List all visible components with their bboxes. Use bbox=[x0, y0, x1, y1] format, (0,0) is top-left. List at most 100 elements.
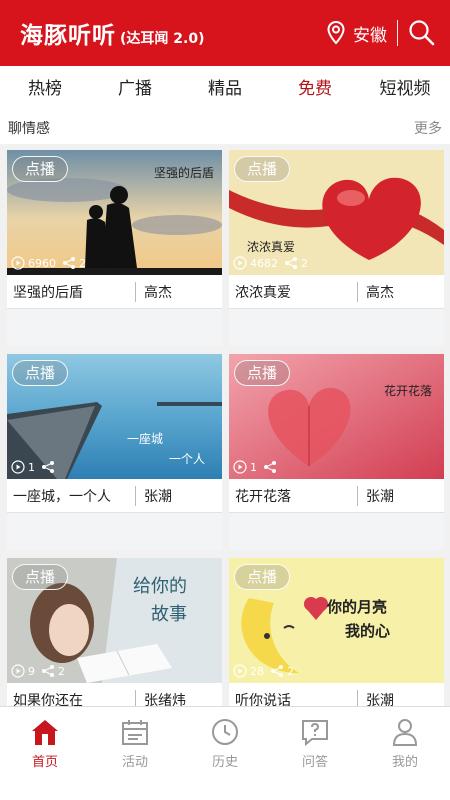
card-stats: 4682 2 bbox=[233, 256, 314, 270]
card-thumbnail[interactable]: 花开花落 点播 1 bbox=[229, 354, 444, 479]
nav-mine[interactable]: 我的 bbox=[360, 707, 450, 800]
brand: 海豚听听 (达耳闻 2.0) bbox=[20, 16, 204, 50]
vod-badge: 点播 bbox=[12, 156, 69, 182]
brand-name: 海豚听听 bbox=[20, 23, 116, 49]
share-count: 2 bbox=[79, 256, 86, 270]
nav-activity-label: 活动 bbox=[121, 755, 148, 770]
share-icon bbox=[285, 257, 297, 269]
share-count: 2 bbox=[58, 664, 65, 678]
section-title: 聊情感 bbox=[8, 121, 50, 137]
nav-qa-label: 问答 bbox=[301, 755, 328, 770]
card-author[interactable]: 高杰 bbox=[136, 282, 172, 302]
card-stats: 9 2 bbox=[11, 664, 71, 678]
nav-activity[interactable]: 活动 bbox=[90, 707, 180, 800]
card-thumbnail[interactable]: 浓浓真爱 点播 4682 2 bbox=[229, 150, 444, 275]
play-icon bbox=[11, 664, 25, 678]
nav-qa[interactable]: 问答 bbox=[270, 707, 360, 800]
card-author[interactable]: 高杰 bbox=[358, 282, 394, 302]
nav-home[interactable]: 首页 bbox=[0, 707, 90, 800]
program-card[interactable]: 你的月亮 我的心 点播 28 2 听你说话 张潮 bbox=[229, 558, 444, 717]
person-icon bbox=[392, 719, 418, 746]
play-count: 1 bbox=[28, 460, 35, 474]
brand-subtitle: (达耳闻 2.0) bbox=[120, 31, 205, 47]
nav-home-label: 首页 bbox=[31, 755, 58, 770]
play-icon bbox=[233, 460, 247, 474]
thumbnail-overlay-text: 坚强的后盾 bbox=[153, 166, 214, 180]
card-author[interactable]: 张潮 bbox=[136, 486, 172, 506]
thumbnail-overlay-text: 浓浓真爱 bbox=[247, 240, 296, 254]
vod-badge: 点播 bbox=[234, 564, 291, 590]
thumbnail-overlay-text-2: 一个人 bbox=[169, 452, 206, 466]
card-author[interactable]: 张潮 bbox=[358, 486, 394, 506]
nav-mine-label: 我的 bbox=[391, 755, 418, 770]
play-count: 9 bbox=[28, 664, 35, 678]
program-card[interactable]: 一座城 一个人 点播 1 一座城，一个人 张潮 bbox=[7, 354, 222, 550]
chat-question-icon bbox=[302, 720, 328, 747]
play-icon bbox=[11, 460, 25, 474]
nav-history-label: 历史 bbox=[211, 755, 238, 770]
card-info: 一座城，一个人 张潮 bbox=[7, 479, 222, 513]
section-header: 聊情感 更多 bbox=[0, 112, 450, 144]
share-icon bbox=[264, 461, 276, 473]
share-icon bbox=[271, 665, 283, 677]
program-card[interactable]: 给你的 故事 点播 9 2 如果你还在 张绪炜 bbox=[7, 558, 222, 717]
location-label: 安徽 bbox=[353, 25, 387, 46]
card-info: 坚强的后盾 高杰 bbox=[7, 275, 222, 309]
header-divider bbox=[397, 20, 398, 46]
thumbnail-overlay-text-2: 故事 bbox=[151, 604, 187, 625]
app-root: 海豚听听 (达耳闻 2.0) 安徽 热榜 广播 精品 免费 短视频 聊情感 更多… bbox=[0, 0, 450, 800]
calendar-icon bbox=[122, 720, 148, 745]
search-icon[interactable] bbox=[408, 19, 436, 47]
thumbnail-overlay-text-2: 我的心 bbox=[345, 622, 391, 640]
card-thumbnail[interactable]: 给你的 故事 点播 9 2 bbox=[7, 558, 222, 683]
thumbnail-overlay-text: 给你的 bbox=[133, 576, 187, 597]
program-card[interactable]: 浓浓真爱 点播 4682 2 浓浓真爱 高杰 bbox=[229, 150, 444, 346]
vod-badge: 点播 bbox=[12, 564, 69, 590]
category-tabs: 热榜 广播 精品 免费 短视频 bbox=[0, 66, 450, 112]
location-selector[interactable]: 安徽 bbox=[327, 21, 387, 46]
card-footer bbox=[229, 513, 444, 550]
tab-broadcast[interactable]: 广播 bbox=[90, 66, 180, 112]
card-thumbnail[interactable]: 你的月亮 我的心 点播 28 2 bbox=[229, 558, 444, 683]
card-thumbnail[interactable]: 坚强的后盾 点播 6960 2 bbox=[7, 150, 222, 275]
card-title[interactable]: 一座城，一个人 bbox=[7, 486, 135, 506]
card-title[interactable]: 浓浓真爱 bbox=[229, 282, 357, 302]
share-icon bbox=[42, 461, 54, 473]
tab-short-video[interactable]: 短视频 bbox=[360, 66, 450, 112]
play-count: 28 bbox=[250, 664, 264, 678]
card-footer bbox=[7, 513, 222, 550]
play-icon bbox=[11, 256, 25, 270]
card-stats: 1 bbox=[11, 460, 64, 474]
play-count: 6960 bbox=[28, 256, 56, 270]
play-count: 4682 bbox=[250, 256, 278, 270]
vod-badge: 点播 bbox=[234, 360, 291, 386]
clock-icon bbox=[212, 719, 238, 745]
card-info: 花开花落 张潮 bbox=[229, 479, 444, 513]
thumbnail-overlay-text: 花开花落 bbox=[383, 384, 432, 398]
card-stats: 28 2 bbox=[233, 664, 300, 678]
card-footer bbox=[7, 309, 222, 346]
card-footer bbox=[229, 309, 444, 346]
more-link[interactable]: 更多 bbox=[414, 118, 442, 138]
card-title[interactable]: 坚强的后盾 bbox=[7, 282, 135, 302]
card-thumbnail[interactable]: 一座城 一个人 点播 1 bbox=[7, 354, 222, 479]
top-bar: 海豚听听 (达耳闻 2.0) 安徽 bbox=[0, 0, 450, 66]
vod-badge: 点播 bbox=[12, 360, 69, 386]
nav-history[interactable]: 历史 bbox=[180, 707, 270, 800]
location-pin-icon bbox=[327, 21, 345, 45]
bottom-navigation: 首页 活动 历史 问答 我的 bbox=[0, 706, 450, 800]
thumbnail-overlay-text: 一座城 bbox=[127, 432, 164, 446]
tab-hot[interactable]: 热榜 bbox=[0, 66, 90, 112]
card-title[interactable]: 花开花落 bbox=[229, 486, 357, 506]
play-icon bbox=[233, 256, 247, 270]
home-icon bbox=[32, 720, 58, 745]
play-icon bbox=[233, 664, 247, 678]
program-card[interactable]: 花开花落 点播 1 花开花落 张潮 bbox=[229, 354, 444, 550]
program-card[interactable]: 坚强的后盾 点播 6960 2 坚强的后盾 高杰 bbox=[7, 150, 222, 346]
header-actions: 安徽 bbox=[327, 19, 436, 47]
tab-featured[interactable]: 精品 bbox=[180, 66, 270, 112]
share-count: 2 bbox=[301, 256, 308, 270]
tab-free[interactable]: 免费 bbox=[270, 66, 360, 112]
card-stats: 6960 2 bbox=[11, 256, 92, 270]
share-count: 2 bbox=[287, 664, 294, 678]
